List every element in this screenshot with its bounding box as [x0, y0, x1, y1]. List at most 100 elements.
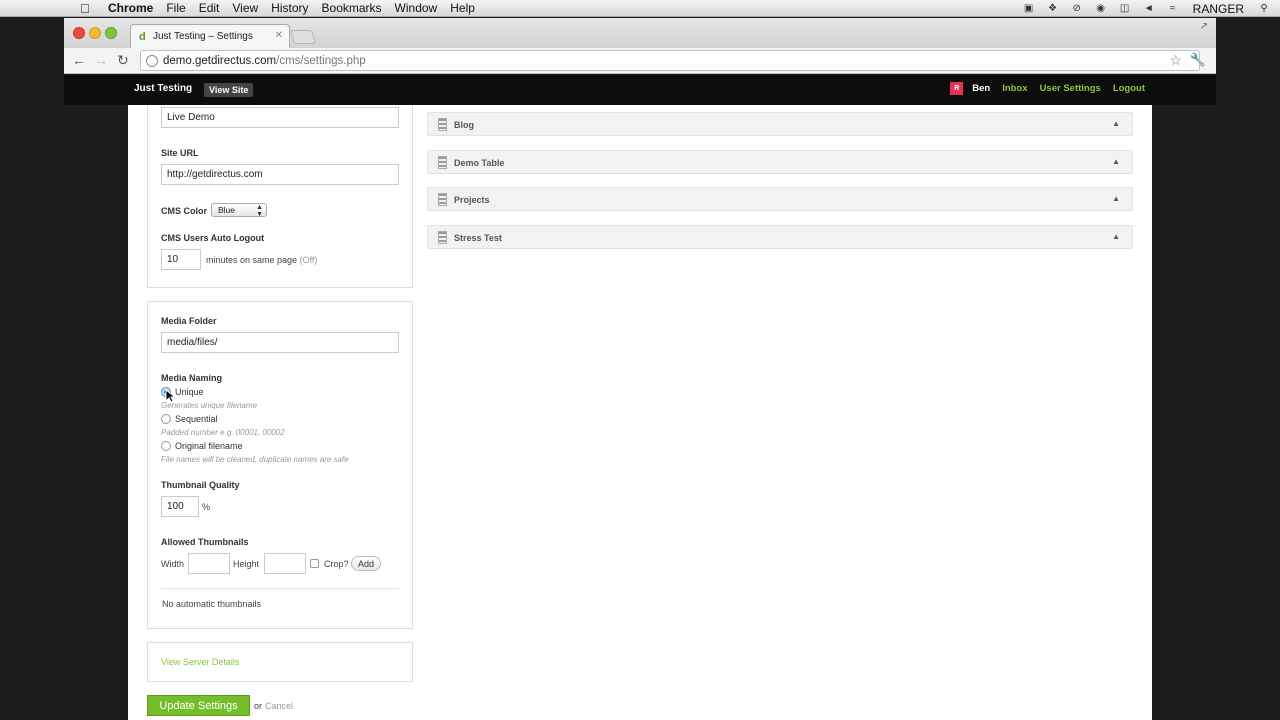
- auto-logout-off: (Off): [299, 255, 318, 265]
- crop-checkbox[interactable]: [310, 559, 319, 568]
- server-panel: View Server Details: [147, 642, 413, 682]
- drag-handle-icon[interactable]: [438, 231, 447, 244]
- naming-sequential-radio[interactable]: [161, 414, 171, 424]
- drag-handle-icon[interactable]: [438, 118, 447, 131]
- mouse-pointer-icon: [165, 389, 175, 403]
- menu-window[interactable]: Window: [395, 1, 438, 15]
- naming-sequential-label[interactable]: Sequential: [175, 414, 218, 424]
- url-host: demo.getdirectus.com: [163, 54, 277, 67]
- mac-user-name[interactable]: RANGER: [1193, 2, 1244, 16]
- view-server-details-link[interactable]: View Server Details: [161, 657, 239, 667]
- table-row-demo-table[interactable]: Demo Table ▲: [427, 150, 1133, 174]
- auto-logout-suffix: minutes on same page (Off): [206, 255, 317, 265]
- naming-unique-label[interactable]: Unique: [175, 387, 204, 397]
- back-arrow-icon[interactable]: ←: [72, 52, 86, 68]
- height-label: Height: [233, 559, 260, 569]
- battery-icon[interactable]: ◫: [1117, 3, 1133, 14]
- browser-toolbar: ← → ↻ demo.getdirectus.com/cms/settings.…: [64, 48, 1216, 74]
- wifi-icon[interactable]: ≈: [1165, 3, 1181, 14]
- dropbox-icon[interactable]: ❖: [1045, 3, 1061, 14]
- media-folder-label: Media Folder: [161, 316, 217, 326]
- width-label: Width: [161, 559, 185, 569]
- thumb-width-input[interactable]: [188, 553, 230, 574]
- fullscreen-icon[interactable]: ↗: [1200, 21, 1208, 32]
- user-name[interactable]: Ben: [972, 83, 990, 94]
- avatar: R: [950, 82, 964, 95]
- auto-logout-input[interactable]: 10: [161, 249, 201, 270]
- site-url-input[interactable]: http://getdirectus.com: [161, 164, 399, 185]
- reload-icon[interactable]: ↻: [117, 52, 129, 69]
- new-tab-button[interactable]: [290, 30, 316, 44]
- wrench-menu-icon[interactable]: 🔧: [1190, 52, 1206, 68]
- close-window-button[interactable]: [73, 27, 85, 39]
- chevron-up-icon[interactable]: ▲: [1112, 194, 1120, 203]
- update-settings-button[interactable]: Update Settings: [147, 695, 250, 716]
- menu-view[interactable]: View: [232, 1, 258, 15]
- menu-file[interactable]: File: [166, 1, 185, 15]
- thumb-quality-unit: %: [202, 502, 211, 512]
- menu-help[interactable]: Help: [450, 1, 475, 15]
- table-row-label: Projects: [454, 195, 490, 205]
- table-row-projects[interactable]: Projects ▲: [427, 187, 1133, 211]
- no-thumbs-text: No automatic thumbnails: [162, 599, 262, 609]
- volume-icon[interactable]: ◄: [1141, 3, 1157, 14]
- apple-icon[interactable]: : [80, 1, 94, 16]
- select-arrows-icon: ▲ ▼: [256, 204, 263, 218]
- chevron-up-icon[interactable]: ▲: [1112, 119, 1120, 128]
- address-bar[interactable]: demo.getdirectus.com/cms/settings.php: [140, 50, 1200, 71]
- thumb-quality-input[interactable]: 100: [161, 496, 199, 517]
- menu-bookmarks[interactable]: Bookmarks: [322, 1, 382, 15]
- site-brand[interactable]: Just Testing: [134, 83, 192, 94]
- globe-icon: [146, 55, 158, 67]
- general-settings-panel: Live Demo Site URL http://getdirectus.co…: [147, 105, 413, 288]
- thumbs-divider: [161, 588, 399, 589]
- add-thumbnail-button[interactable]: Add: [351, 556, 381, 571]
- inbox-link[interactable]: Inbox: [1002, 83, 1027, 94]
- logout-link[interactable]: Logout: [1113, 83, 1145, 94]
- menu-history[interactable]: History: [271, 1, 308, 15]
- zoom-window-button[interactable]: [105, 27, 117, 39]
- thumb-quality-label: Thumbnail Quality: [161, 480, 240, 490]
- media-folder-input[interactable]: media/files/: [161, 332, 399, 353]
- naming-original-radio[interactable]: [161, 441, 171, 451]
- close-tab-icon[interactable]: ✕: [275, 30, 283, 41]
- media-settings-panel: Media Folder media/files/ Media Naming U…: [147, 301, 413, 629]
- auto-logout-suffix-text: minutes on same page: [206, 255, 298, 265]
- camera-icon[interactable]: ▣: [1021, 3, 1037, 14]
- chevron-up-icon[interactable]: ▲: [1112, 157, 1120, 166]
- cms-color-label: CMS Color: [161, 206, 207, 216]
- drag-handle-icon[interactable]: [438, 193, 447, 206]
- cancel-link[interactable]: Cancel: [265, 701, 293, 711]
- table-row-label: Stress Test: [454, 233, 502, 243]
- chevron-up-icon[interactable]: ▲: [1112, 232, 1120, 241]
- user-settings-link[interactable]: User Settings: [1040, 83, 1101, 94]
- mac-menu-bar:  Chrome File Edit View History Bookmark…: [0, 0, 1280, 17]
- bookmark-star-icon[interactable]: ☆: [1169, 52, 1182, 69]
- table-row-stress-test[interactable]: Stress Test ▲: [427, 225, 1133, 249]
- timemachine-icon[interactable]: ◉: [1093, 3, 1109, 14]
- thumb-height-input[interactable]: [264, 553, 306, 574]
- cms-color-select[interactable]: Blue ▲ ▼: [211, 203, 267, 218]
- table-row-label: Blog: [454, 120, 474, 130]
- app-header: Just Testing View Site R Ben Inbox User …: [64, 75, 1216, 105]
- directus-favicon-icon: d: [139, 30, 146, 43]
- table-row-blog[interactable]: Blog ▲: [427, 112, 1133, 136]
- drag-handle-icon[interactable]: [438, 156, 447, 169]
- settings-page: Live Demo Site URL http://getdirectus.co…: [128, 105, 1152, 720]
- naming-original-label[interactable]: Original filename: [175, 441, 243, 451]
- sync-icon[interactable]: ⊘: [1069, 3, 1085, 14]
- allowed-thumbs-label: Allowed Thumbnails: [161, 537, 249, 547]
- browser-tabstrip: d Just Testing – Settings ✕ ↗: [64, 18, 1216, 48]
- menu-edit[interactable]: Edit: [199, 1, 220, 15]
- browser-tab[interactable]: d Just Testing – Settings ✕: [130, 24, 290, 48]
- cms-color-value: Blue: [218, 205, 236, 215]
- spotlight-search-icon[interactable]: ⚲: [1256, 3, 1272, 14]
- naming-original-hint: File names will be cleaned, duplicate na…: [161, 455, 349, 464]
- site-name-input[interactable]: Live Demo: [161, 107, 399, 128]
- view-site-button[interactable]: View Site: [204, 83, 254, 97]
- menu-app-name[interactable]: Chrome: [108, 1, 153, 15]
- tab-title: Just Testing – Settings: [153, 31, 253, 42]
- minimize-window-button[interactable]: [89, 27, 101, 39]
- site-url-label: Site URL: [161, 148, 199, 158]
- forward-arrow-icon[interactable]: →: [94, 52, 108, 68]
